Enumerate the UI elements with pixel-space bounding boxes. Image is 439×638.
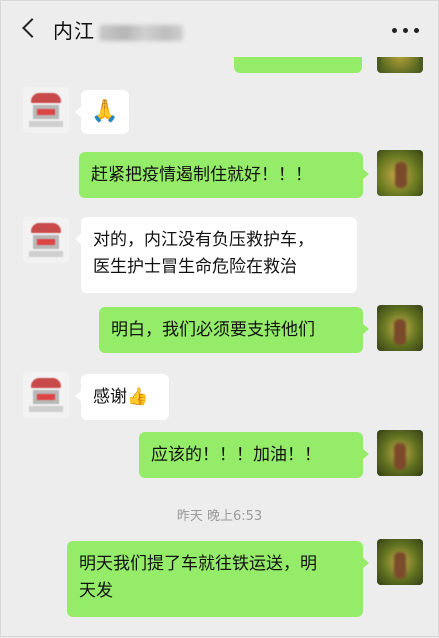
message-bubble-in[interactable]: 对的，内江没有负压救护车， 医生护士冒生命危险在救治 <box>75 217 357 293</box>
message-bubble-out[interactable]: 赶紧把疫情遏制住就好！！！ <box>79 152 369 198</box>
more-dots-icon[interactable] <box>392 28 420 34</box>
message-text-line: 医生护士冒生命危险在救治 <box>93 257 297 277</box>
my-avatar[interactable] <box>377 150 423 196</box>
message-bubble-in[interactable]: 🙏 <box>75 90 129 134</box>
message-bubble-in[interactable]: 感谢👍 <box>75 374 169 420</box>
chat-title: 内江 <box>53 15 183 44</box>
message-text: 感谢👍 <box>93 387 149 407</box>
message-text: 明白，我们必须要支持他们 <box>111 320 315 340</box>
my-avatar[interactable] <box>377 57 423 73</box>
message-bubble-out[interactable]: 应该的！！！加油！！ <box>139 432 369 478</box>
message-bubble-out[interactable]: 明天我们提了车就往铁运送，明 天发 <box>67 541 369 617</box>
back-chevron-icon[interactable] <box>19 17 41 41</box>
my-avatar[interactable] <box>377 539 423 585</box>
message-list[interactable]: 🙏 赶紧把疫情遏制住就好！！！ 对的，内江没有负压救护车， 医生护士冒生命危险在… <box>1 57 438 638</box>
message-text-line: 天发 <box>79 581 113 601</box>
my-avatar[interactable] <box>377 305 423 351</box>
chat-title-text: 内江 <box>53 19 95 43</box>
my-avatar[interactable] <box>377 430 423 476</box>
contact-avatar[interactable] <box>23 87 69 133</box>
message-text-line: 对的，内江没有负压救护车， <box>93 230 314 250</box>
message-text: 应该的！！！加油！！ <box>151 445 321 465</box>
message-bubble-out[interactable]: 明白，我们必须要支持他们 <box>99 307 369 353</box>
message-text: 赶紧把疫情遏制住就好！！！ <box>91 165 312 185</box>
message-timestamp: 昨天 晚上6:53 <box>176 509 263 524</box>
message-bubble-out[interactable] <box>234 57 362 73</box>
blurred-name <box>99 24 183 41</box>
message-text-line: 明天我们提了车就往铁运送，明 <box>79 554 317 574</box>
chat-window: 内江 🙏 赶紧把疫情遏制住就好！！！ 对的，内江没有负压救护车， 医生护士冒生命… <box>0 0 439 637</box>
contact-avatar[interactable] <box>23 217 69 263</box>
contact-avatar[interactable] <box>23 372 69 418</box>
chat-header: 内江 <box>1 1 438 57</box>
pray-emoji: 🙏 <box>91 99 119 124</box>
